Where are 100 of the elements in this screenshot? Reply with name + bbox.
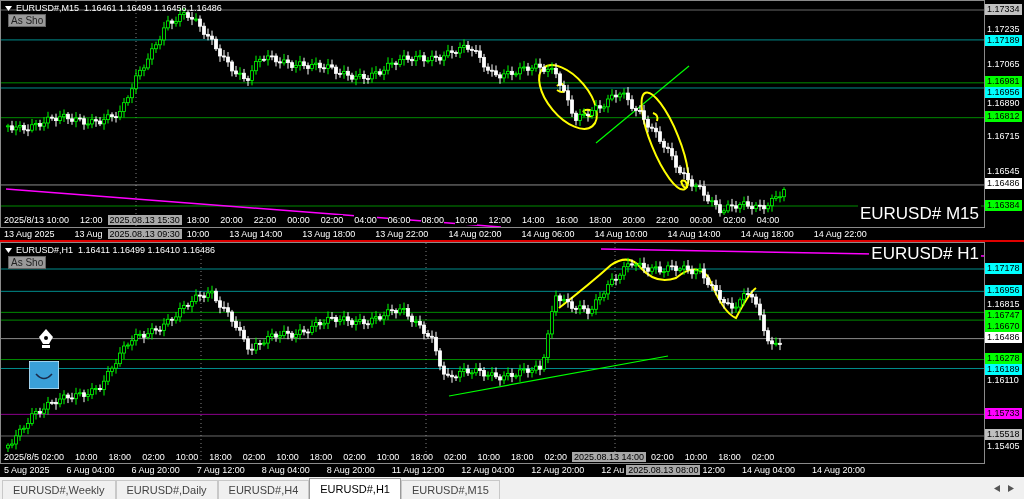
price-tag: 1.16956 bbox=[985, 87, 1022, 99]
time-label: 02:00 bbox=[343, 452, 366, 462]
chart-tab[interactable]: EURUSD#,Weekly bbox=[2, 480, 116, 499]
time-label: 04:00 bbox=[354, 215, 377, 225]
crosshair-time-label: 2025.08.13 08:00 bbox=[626, 465, 701, 475]
time-label: 10:00 bbox=[75, 452, 98, 462]
time-label: 20:00 bbox=[622, 215, 646, 225]
chart-tab[interactable]: EURUSD#,H4 bbox=[217, 480, 310, 499]
time-label: 10:00 bbox=[454, 215, 478, 225]
price-label: 1.17065 bbox=[987, 59, 1020, 70]
time-label: 2025/8/13 10:00 bbox=[4, 215, 70, 225]
price-tag: 1.16812 bbox=[985, 111, 1022, 123]
time-label: 04:00 bbox=[756, 215, 780, 225]
time-label: 00:00 bbox=[689, 215, 713, 225]
time-label: 5 Aug 2025 bbox=[4, 465, 50, 475]
time-label: 18:00 bbox=[718, 452, 741, 462]
time-label: 06:00 bbox=[387, 215, 411, 225]
time-label: 02:00 bbox=[751, 452, 775, 462]
chart-tab[interactable]: EURUSD#,Daily bbox=[115, 480, 218, 499]
chart-header: EURUSD#,H1 1.16411 1.16499 1.16410 1.16486 bbox=[16, 245, 215, 255]
price-label: 1.16545 bbox=[987, 166, 1020, 178]
crosshair-time-label: 2025.08.13 15:30 bbox=[107, 215, 182, 225]
time-label: 13 Aug 18:00 bbox=[302, 229, 356, 239]
time-label: 11 Aug 12:00 bbox=[391, 465, 445, 475]
time-label: 13 Aug 14:00 bbox=[229, 229, 283, 239]
time-label: 10:00 bbox=[376, 452, 400, 462]
price-tag: 1.16278 bbox=[985, 353, 1022, 365]
as-shown-button[interactable]: As Sho bbox=[8, 256, 47, 269]
as-shown-button[interactable]: As Sho bbox=[8, 14, 47, 27]
time-label: 13 Aug 22:00 bbox=[375, 229, 429, 239]
pen-nib-icon[interactable] bbox=[37, 328, 55, 348]
time-label: 00:00 bbox=[287, 215, 310, 225]
price-label: 1.16715 bbox=[987, 131, 1020, 143]
time-label: 18:00 bbox=[186, 215, 210, 225]
price-label: 1.16815 bbox=[987, 299, 1020, 310]
price-tag: 1.16486 bbox=[985, 178, 1022, 190]
price-tag: 1.17178 bbox=[985, 262, 1022, 274]
price-label: 1.16890 bbox=[987, 98, 1020, 110]
dropdown-triangle-icon[interactable] bbox=[5, 247, 12, 253]
time-label: 22:00 bbox=[253, 215, 277, 225]
chart-tab[interactable]: EURUSD#,H1 bbox=[309, 478, 401, 499]
time-label: 12:00 bbox=[80, 215, 103, 225]
time-label: 12 Au bbox=[601, 465, 625, 475]
price-label: 1.17235 bbox=[987, 23, 1020, 35]
time-label: 18:00 bbox=[108, 452, 132, 462]
time-label: 6 Aug 04:00 bbox=[66, 465, 115, 475]
time-label: 8 Aug 20:00 bbox=[326, 465, 375, 475]
scroll-right-icon[interactable] bbox=[1008, 485, 1014, 492]
time-label: 14 Aug 06:00 bbox=[521, 229, 575, 239]
time-label: 12:00 bbox=[488, 215, 511, 225]
crosshair-time-label: 2025.08.13 14:00 bbox=[572, 452, 647, 462]
price-label: 1.16110 bbox=[987, 375, 1019, 387]
time-label: 02:00 bbox=[320, 215, 344, 225]
chart-tab[interactable]: EURUSD#,M15 bbox=[400, 480, 500, 499]
price-tag: 1.15733 bbox=[985, 407, 1022, 419]
time-label: 10:00 bbox=[276, 452, 299, 462]
time-label: 14 Aug 10:00 bbox=[594, 229, 648, 239]
time-label: 02:00 bbox=[544, 452, 568, 462]
price-tag: 1.16956 bbox=[985, 284, 1022, 296]
price-tag: 1.16189 bbox=[985, 364, 1022, 376]
time-label: 02:00 bbox=[651, 452, 674, 462]
time-label: 14 Aug 04:00 bbox=[741, 465, 795, 475]
time-label: 18:00 bbox=[510, 452, 534, 462]
time-label: 02:00 bbox=[723, 215, 746, 225]
price-tag: 1.16670 bbox=[985, 321, 1022, 332]
price-tag: 1.17189 bbox=[985, 34, 1022, 46]
time-label: 13 Aug bbox=[74, 229, 103, 239]
time-label: 18:00 bbox=[209, 452, 232, 462]
time-label: 14 Aug 22:00 bbox=[813, 229, 867, 239]
time-label: 02:00 bbox=[142, 452, 165, 462]
time-label: 10:00 bbox=[684, 452, 708, 462]
time-label: 18:00 bbox=[410, 452, 433, 462]
dropdown-triangle-icon[interactable] bbox=[5, 5, 12, 11]
time-label: 18:00 bbox=[309, 452, 333, 462]
time-label: 2025/8/5 02:00 bbox=[4, 452, 65, 462]
price-tag: 1.15518 bbox=[985, 429, 1022, 441]
time-label: 22:00 bbox=[656, 215, 679, 225]
time-label: 12:00 bbox=[702, 465, 725, 475]
time-label: 14 Aug 20:00 bbox=[812, 465, 866, 475]
time-label: 7 Aug 12:00 bbox=[196, 465, 245, 475]
time-label: 13 Aug 2025 bbox=[4, 229, 55, 239]
time-label: 10:00 bbox=[186, 229, 210, 239]
time-label: 18:00 bbox=[589, 215, 612, 225]
crosshair-time-label: 2025.08.13 09:30 bbox=[107, 229, 182, 239]
chart-header: EURUSD#,M15 1.16461 1.16499 1.16456 1.16486 bbox=[16, 3, 222, 13]
time-label: 14 Aug 14:00 bbox=[667, 229, 721, 239]
price-tag: 1.16384 bbox=[985, 199, 1022, 211]
time-label: 02:00 bbox=[443, 452, 467, 462]
time-label: 02:00 bbox=[242, 452, 266, 462]
scroll-left-icon[interactable] bbox=[994, 485, 1000, 492]
time-label: 12 Aug 04:00 bbox=[461, 465, 515, 475]
time-label: 14 Aug 18:00 bbox=[740, 229, 794, 239]
time-label: 14:00 bbox=[522, 215, 545, 225]
time-label: 10:00 bbox=[477, 452, 500, 462]
price-label: 1.15405 bbox=[987, 440, 1020, 452]
time-label: 8 Aug 04:00 bbox=[261, 465, 310, 475]
time-label: 14 Aug 02:00 bbox=[448, 229, 502, 239]
time-label: 16:00 bbox=[555, 215, 579, 225]
price-tag: 1.16747 bbox=[985, 310, 1022, 321]
time-label: 20:00 bbox=[220, 215, 243, 225]
